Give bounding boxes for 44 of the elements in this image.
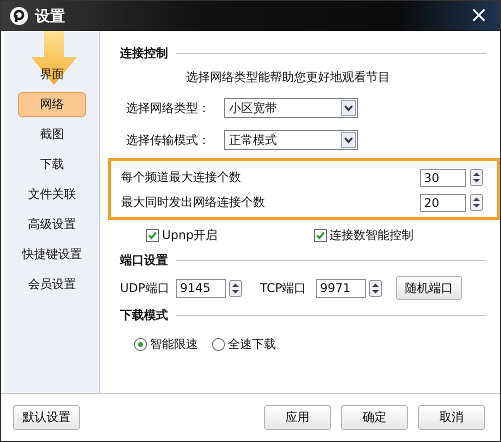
field-label: 选择网络类型： [125, 100, 211, 116]
sidebar-item[interactable]: 高级设置 [18, 212, 86, 237]
spinner-arrows-icon[interactable] [229, 280, 242, 296]
app-logo-icon [9, 6, 29, 26]
section-heading: 下载模式 [120, 307, 168, 324]
radio-button[interactable] [134, 338, 147, 350]
dialog-button[interactable]: 确定 [341, 405, 408, 430]
sidebar-item[interactable]: 网络 [18, 92, 86, 117]
random-port-button[interactable]: 随机端口 [396, 276, 462, 300]
dialog-button[interactable]: 取消 [418, 405, 485, 430]
hint-text: 选择网络类型能帮助您更好地观看节目 [185, 69, 391, 86]
field-label: TCP端口 [260, 280, 308, 296]
dialog-button[interactable]: 应用 [264, 405, 331, 430]
sidebar-item[interactable]: 下载 [18, 152, 86, 177]
sidebar-item[interactable]: 截图 [18, 122, 86, 147]
dropdown[interactable]: 小区宽带 [224, 98, 358, 118]
spinner-arrows-icon[interactable] [470, 169, 483, 186]
number-field[interactable]: 30 [420, 168, 466, 186]
spinner-arrows-icon[interactable] [369, 280, 382, 296]
checkbox[interactable] [314, 228, 327, 242]
checkbox-label: Upnp开启 [162, 226, 218, 244]
sidebar-item[interactable]: 文件关联 [18, 182, 86, 207]
field-label: 最大同时发出网络连接个数 [121, 194, 266, 211]
section-heading: 端口设置 [120, 252, 168, 269]
number-field[interactable]: 9145 [176, 278, 226, 298]
radio-label: 全速下载 [228, 336, 276, 352]
sidebar-item[interactable]: 快捷键设置 [18, 242, 86, 267]
sidebar-item[interactable]: 会员设置 [18, 272, 86, 297]
window-title: 设置 [35, 6, 65, 26]
radio-label: 智能限速 [150, 336, 198, 352]
spinner-arrows-icon[interactable] [470, 194, 483, 211]
radio-button[interactable] [212, 338, 225, 350]
number-field[interactable]: 9971 [316, 278, 366, 298]
field-label: 每个频道最大连接个数 [121, 169, 242, 186]
checkbox[interactable] [146, 228, 159, 242]
field-label: 选择传输模式： [125, 132, 211, 148]
number-field[interactable]: 20 [420, 194, 466, 212]
default-settings-button[interactable]: 默认设置 [13, 405, 80, 430]
dropdown[interactable]: 正常模式 [224, 130, 358, 150]
section-heading: 连接控制 [120, 45, 168, 62]
down-arrow-icon [31, 31, 77, 85]
field-label: UDP端口 [120, 280, 170, 296]
checkbox-label: 连接数智能控制 [330, 226, 414, 244]
close-button[interactable]: × [466, 5, 492, 27]
